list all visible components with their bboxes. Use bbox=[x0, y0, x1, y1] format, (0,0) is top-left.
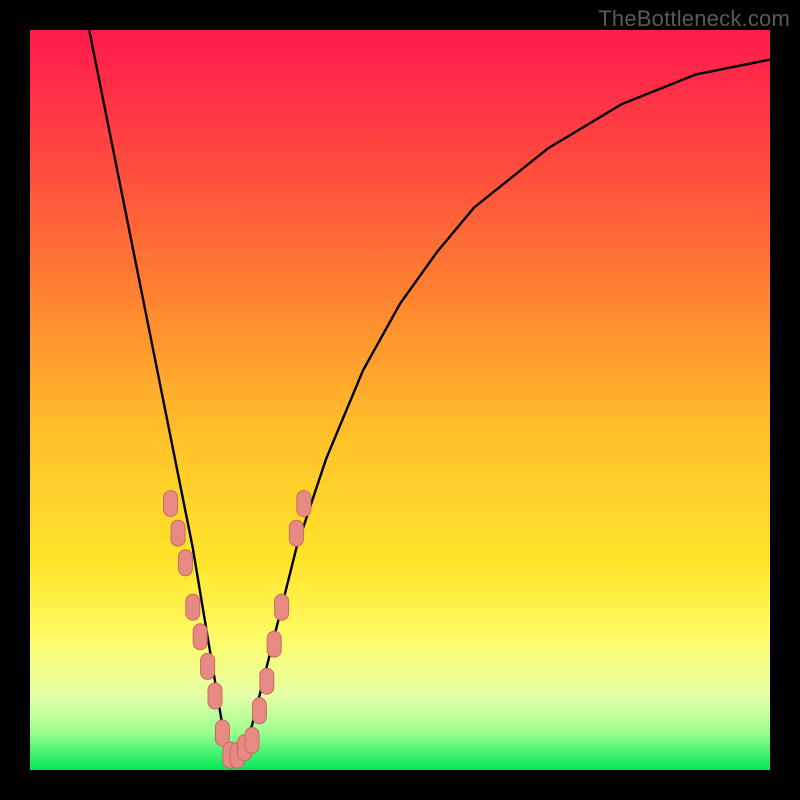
data-marker bbox=[267, 631, 281, 657]
chart-frame: TheBottleneck.com bbox=[0, 0, 800, 800]
data-marker bbox=[178, 550, 192, 576]
data-marker bbox=[297, 491, 311, 517]
data-marker bbox=[260, 668, 274, 694]
data-marker bbox=[186, 594, 200, 620]
data-marker bbox=[289, 520, 303, 546]
data-marker bbox=[164, 491, 178, 517]
data-marker bbox=[275, 594, 289, 620]
data-marker bbox=[201, 653, 215, 679]
data-marker bbox=[208, 683, 222, 709]
data-marker bbox=[193, 624, 207, 650]
data-marker bbox=[252, 698, 266, 724]
watermark-text: TheBottleneck.com bbox=[598, 6, 790, 32]
plot-svg bbox=[30, 30, 770, 770]
data-marker bbox=[215, 720, 229, 746]
data-marker bbox=[245, 727, 259, 753]
plot-area bbox=[30, 30, 770, 770]
data-marker bbox=[171, 520, 185, 546]
gradient-background bbox=[30, 30, 770, 770]
